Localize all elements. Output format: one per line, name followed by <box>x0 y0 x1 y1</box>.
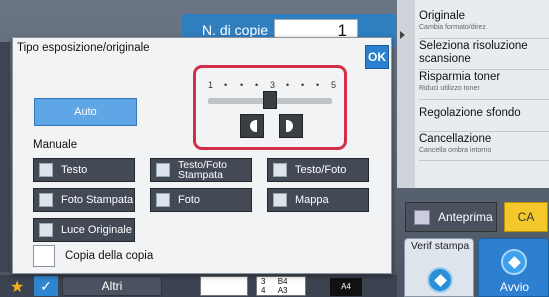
tray1-number: 3 <box>261 277 266 286</box>
scale-label-max: 5 <box>331 80 337 90</box>
tray2-size: A3 <box>277 286 288 295</box>
mode-label: Testo <box>61 164 88 176</box>
setting-title: Seleziona risoluzione scansione <box>419 40 528 65</box>
ok-button[interactable]: OK <box>365 45 389 69</box>
mode-text-printed-photo-button[interactable]: Testo/Foto Stampata <box>150 158 252 182</box>
photo-icon <box>156 193 170 207</box>
preview-button[interactable]: Anteprima <box>405 202 497 232</box>
mode-map-button[interactable]: Mappa <box>267 188 369 212</box>
mode-label: Testo/Foto Stampata <box>178 159 228 181</box>
tray1-size: B4 <box>277 277 288 286</box>
auto-button[interactable]: Auto <box>34 98 137 126</box>
right-panel-scroll[interactable] <box>397 0 415 188</box>
setting-title: Cancellazione <box>419 133 492 145</box>
text-doc-icon <box>39 163 53 177</box>
setting-resolution[interactable]: Seleziona risoluzione scansione <box>419 40 549 70</box>
setting-subtitle: Cancella ombra intorno <box>419 147 492 154</box>
expand-arrow-icon[interactable] <box>400 31 405 39</box>
mode-text-photo-button[interactable]: Testo/Foto <box>267 158 369 182</box>
map-icon <box>273 193 287 207</box>
lighter-button[interactable] <box>240 114 264 138</box>
verify-start-icon <box>427 267 453 293</box>
darker-icon <box>286 120 293 132</box>
tray2-number: 4 <box>261 286 266 295</box>
start-icon <box>501 249 527 275</box>
text-photo-icon <box>273 163 287 177</box>
lighter-icon <box>250 120 257 132</box>
setting-background[interactable]: Regolazione sfondo <box>419 104 549 132</box>
printed-photo-icon <box>39 193 53 207</box>
setting-subtitle: Riduci utilizzo toner <box>419 85 480 92</box>
mode-label: Mappa <box>295 194 329 206</box>
mode-label: Foto Stampata <box>61 194 134 206</box>
mode-label: Testo/Foto <box>295 164 347 176</box>
check-icon[interactable]: ✓ <box>34 276 58 296</box>
mode-light-original-button[interactable]: Luce Originale <box>33 218 135 242</box>
start-label: Avvio <box>499 280 530 294</box>
exposure-slider-frame: 1 • • • 3 • • • 5 <box>193 65 347 150</box>
copy-of-copy-label: Copia della copia <box>65 250 154 262</box>
scale-label-min: 1 <box>208 80 214 90</box>
clear-all-button[interactable]: CA <box>504 202 548 232</box>
exposure-slider-handle[interactable] <box>263 91 277 109</box>
others-button[interactable]: Altri <box>62 276 162 296</box>
mode-label: Foto <box>178 194 201 206</box>
preview-label: Anteprima <box>438 210 493 224</box>
dialog-title: Tipo esposizione/originale <box>17 42 150 54</box>
mode-printed-photo-button[interactable]: Foto Stampata <box>33 188 135 212</box>
darker-button[interactable] <box>279 114 303 138</box>
exposure-dialog: Tipo esposizione/originale OK Auto 1 • •… <box>12 37 392 274</box>
setting-originale[interactable]: Originale Cambia formato/direz. <box>419 10 549 39</box>
right-settings-panel: Originale Cambia formato/direz. Selezion… <box>397 0 549 188</box>
start-button[interactable]: Avvio <box>478 238 549 297</box>
tray-sizes: 3 B4 4 A3 <box>256 276 306 296</box>
manual-label: Manuale <box>33 139 78 151</box>
text-printed-photo-icon <box>156 163 170 177</box>
setting-subtitle: Cambia formato/direz. <box>419 24 488 31</box>
mode-text-button[interactable]: Testo <box>33 158 135 182</box>
setting-title: Regolazione sfondo <box>419 107 521 119</box>
mode-photo-button[interactable]: Foto <box>150 188 252 212</box>
setting-title: Originale <box>419 10 466 22</box>
verify-label: Verif stampa <box>410 240 470 252</box>
star-icon[interactable]: ★ <box>10 277 24 297</box>
left-tab-strip <box>0 42 10 272</box>
copies-label: N. di copie <box>202 22 269 38</box>
verify-print-button[interactable]: Verif stampa <box>404 238 474 297</box>
mode-label: Luce Originale <box>61 224 132 236</box>
tray-indicator <box>200 276 248 296</box>
copy-of-copy-checkbox[interactable] <box>33 245 55 267</box>
preview-icon <box>414 210 430 225</box>
setting-title: Risparmia toner <box>419 71 501 83</box>
setting-toner-save[interactable]: Risparmia toner Riduci utilizzo toner <box>419 71 549 100</box>
scale-label-mid: 3 <box>270 80 276 90</box>
setting-erase[interactable]: Cancellazione Cancella ombra intorno <box>419 133 549 161</box>
light-original-icon <box>39 223 53 237</box>
paper-size-badge: A4 <box>330 278 362 296</box>
